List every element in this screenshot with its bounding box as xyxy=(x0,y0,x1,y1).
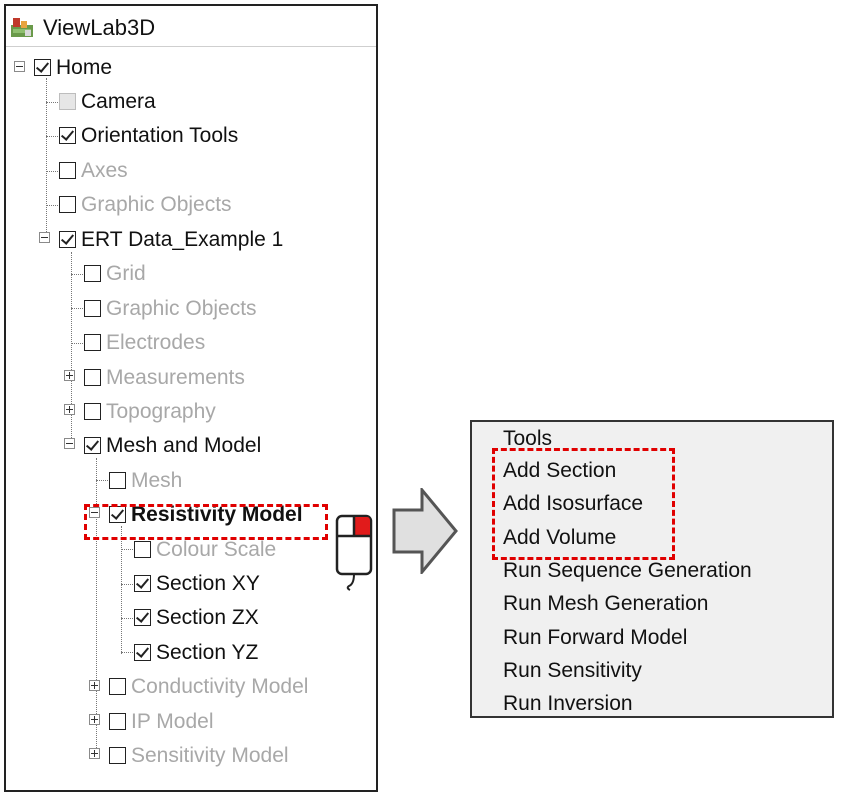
app-logo-icon xyxy=(11,18,33,37)
tree-item-label: Sensitivity Model xyxy=(131,744,289,767)
right-arrow-icon xyxy=(392,488,458,574)
tree-line xyxy=(46,205,58,206)
menu-item-run-inversion[interactable]: Run Inversion xyxy=(503,689,633,719)
tree-item-label: Section YZ xyxy=(156,641,259,664)
tree-line xyxy=(71,308,83,309)
tree-item-label: Orientation Tools xyxy=(81,124,239,147)
tree-line xyxy=(96,458,97,756)
tree-item-label: Section XY xyxy=(156,572,260,595)
tree-line xyxy=(46,136,58,137)
tree-item-label: Mesh xyxy=(131,469,183,492)
collapse-toggle-mesh-and-model[interactable] xyxy=(64,438,75,449)
expand-toggle-conductivity-model[interactable] xyxy=(89,680,100,691)
resistivity-model-highlight xyxy=(84,504,328,540)
tree-panel: ViewLab3D Home Camera Orientation Tools … xyxy=(4,4,378,792)
tree-item-label: Conductivity Model xyxy=(131,675,309,698)
checkbox-unchecked[interactable] xyxy=(109,678,126,695)
checkbox-unchecked[interactable] xyxy=(84,334,101,351)
checkbox-unchecked[interactable] xyxy=(134,541,151,558)
checkbox-checked[interactable] xyxy=(59,231,76,248)
expand-toggle-ip-model[interactable] xyxy=(89,714,100,725)
right-click-mouse-icon xyxy=(335,514,373,591)
tree-item-label: IP Model xyxy=(131,710,214,733)
tree-line xyxy=(46,171,58,172)
checkbox-unchecked[interactable] xyxy=(59,162,76,179)
tree-item-label: Section ZX xyxy=(156,606,259,629)
tree-item-label: Home xyxy=(56,56,113,79)
title-bar: ViewLab3D xyxy=(6,6,376,47)
tree-item-label: Axes xyxy=(81,159,128,182)
checkbox-checked[interactable] xyxy=(134,644,151,661)
menu-item-run-mesh-generation[interactable]: Run Mesh Generation xyxy=(503,589,708,619)
checkbox-unchecked[interactable] xyxy=(84,265,101,282)
collapse-toggle-dataset[interactable] xyxy=(39,232,50,243)
tree-line xyxy=(71,343,83,344)
checkbox-checked[interactable] xyxy=(59,127,76,144)
menu-item-run-sequence-generation[interactable]: Run Sequence Generation xyxy=(503,556,752,586)
tree-line xyxy=(121,549,133,550)
checkbox-unchecked[interactable] xyxy=(109,472,126,489)
expand-toggle-topography[interactable] xyxy=(64,404,75,415)
tree-item-label: Topography xyxy=(106,400,216,423)
menu-item-run-sensitivity[interactable]: Run Sensitivity xyxy=(503,656,642,686)
checkbox-checked[interactable] xyxy=(134,575,151,592)
checkbox-unchecked[interactable] xyxy=(109,747,126,764)
tree-item-label: Electrodes xyxy=(106,331,206,354)
tree-line xyxy=(71,252,72,444)
checkbox-disabled xyxy=(59,93,76,110)
collapse-toggle-home[interactable] xyxy=(14,61,25,72)
context-menu: Tools Add Section Add Isosurface Add Vol… xyxy=(470,420,834,718)
tree-item-label: Measurements xyxy=(106,366,245,389)
menu-item-run-forward-model[interactable]: Run Forward Model xyxy=(503,623,687,653)
tree-line xyxy=(121,584,133,585)
app-title: ViewLab3D xyxy=(43,15,156,40)
checkbox-unchecked[interactable] xyxy=(84,300,101,317)
tree-line xyxy=(46,102,58,103)
tree-item-label: ERT Data_Example 1 xyxy=(81,228,284,251)
tree-line xyxy=(121,526,122,654)
expand-toggle-sensitivity-model[interactable] xyxy=(89,748,100,759)
tree-item-label: Graphic Objects xyxy=(106,297,257,320)
tree-item-label: Mesh and Model xyxy=(106,434,262,457)
tree-line xyxy=(96,480,108,481)
checkbox-checked[interactable] xyxy=(84,437,101,454)
checkbox-unchecked[interactable] xyxy=(84,403,101,420)
tree-line xyxy=(121,618,133,619)
expand-toggle-measurements[interactable] xyxy=(64,370,75,381)
checkbox-checked[interactable] xyxy=(34,59,51,76)
checkbox-unchecked[interactable] xyxy=(109,713,126,730)
tree-item-label: Graphic Objects xyxy=(81,193,232,216)
checkbox-unchecked[interactable] xyxy=(59,196,76,213)
add-items-highlight xyxy=(492,448,675,560)
tree-item-label: Camera xyxy=(81,90,156,113)
checkbox-checked[interactable] xyxy=(134,609,151,626)
checkbox-unchecked[interactable] xyxy=(84,369,101,386)
tree-line xyxy=(71,274,83,275)
tree-line xyxy=(121,652,133,653)
tree-item-label: Grid xyxy=(106,262,146,285)
